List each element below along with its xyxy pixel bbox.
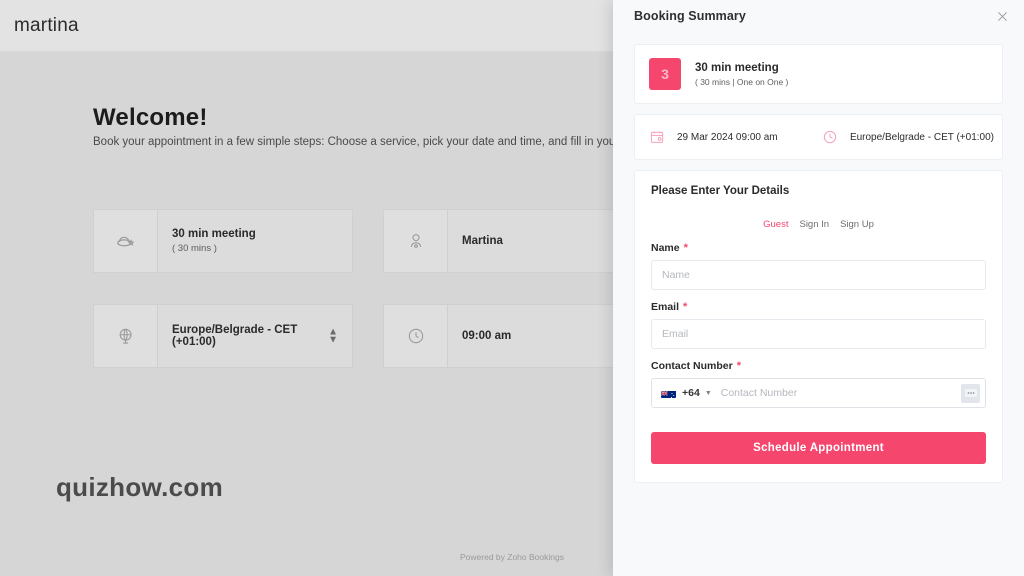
- page-title: Welcome!: [93, 104, 208, 131]
- service-info: 30 min meeting ( 30 mins | One on One ): [695, 62, 788, 87]
- required-marker: *: [683, 241, 688, 254]
- tab-sign-up[interactable]: Sign Up: [840, 219, 874, 230]
- summary-card-service[interactable]: 30 min meeting ( 30 mins ): [93, 209, 353, 273]
- chevron-down-icon[interactable]: ▼: [705, 390, 712, 397]
- summary-timezone: Europe/Belgrade - CET (+01:00): [822, 129, 994, 145]
- phone-input[interactable]: [720, 387, 961, 399]
- email-label: Email *: [651, 301, 986, 313]
- summary-card-body: Europe/Belgrade - CET (+01:00) ▲ ▼: [158, 305, 352, 367]
- name-field-group: Name *: [651, 242, 986, 290]
- name-input[interactable]: [651, 260, 986, 290]
- watermark: quizhow.com: [56, 472, 223, 502]
- summary-card-body: 30 min meeting ( 30 mins ): [158, 210, 352, 272]
- summary-date: 29 Mar 2024 09:00 am: [649, 129, 822, 145]
- phone-label: Contact Number *: [651, 360, 986, 372]
- keypad-icon[interactable]: [961, 383, 980, 403]
- card-title: Martina: [462, 235, 503, 247]
- card-title: 09:00 am: [462, 330, 512, 342]
- email-input[interactable]: [651, 319, 986, 349]
- tab-sign-in[interactable]: Sign In: [799, 219, 829, 230]
- required-marker: *: [683, 300, 688, 313]
- name-label: Name *: [651, 242, 986, 254]
- summary-header: Booking Summary: [613, 0, 1024, 32]
- card-title: 30 min meeting: [172, 228, 256, 240]
- phone-field-group: Contact Number * +64 ▼ Contact Number: [651, 360, 986, 408]
- name-label-text: Name: [651, 242, 680, 254]
- email-label-text: Email: [651, 301, 680, 313]
- details-form-card: Please Enter Your Details Guest Sign In …: [634, 170, 1003, 483]
- tab-guest[interactable]: Guest: [763, 219, 788, 230]
- required-marker: *: [736, 359, 741, 372]
- card-title: Europe/Belgrade - CET (+01:00): [172, 324, 298, 348]
- booking-summary-panel: Booking Summary 3 30 min meeting ( 30 mi…: [613, 0, 1024, 576]
- summary-timezone-text: Europe/Belgrade - CET (+01:00): [849, 131, 994, 143]
- summary-title: Booking Summary: [634, 9, 746, 23]
- nz-flag-icon[interactable]: [661, 388, 676, 398]
- service-count-badge: 3: [649, 58, 681, 90]
- calendar-icon: [649, 129, 667, 145]
- stepper-down-icon[interactable]: ▼: [328, 335, 338, 344]
- details-heading: Please Enter Your Details: [651, 185, 790, 197]
- summary-when-card: 29 Mar 2024 09:00 am Europe/Belgrade - C…: [634, 114, 1003, 160]
- summary-card-timezone[interactable]: Europe/Belgrade - CET (+01:00) ▲ ▼: [93, 304, 353, 368]
- close-icon[interactable]: [989, 3, 1015, 29]
- summary-service-card: 3 30 min meeting ( 30 mins | One on One …: [634, 44, 1003, 104]
- brand-name: martina: [14, 14, 79, 36]
- auth-tabs: Guest Sign In Sign Up: [651, 219, 986, 230]
- phone-label-text: Contact Number: [651, 360, 733, 372]
- stepper-arrows-icon[interactable]: ▲ ▼: [328, 327, 338, 344]
- staff-icon: [384, 210, 448, 272]
- globe-icon: [94, 305, 158, 367]
- clock-icon: [822, 129, 840, 145]
- service-meta: ( 30 mins | One on One ): [695, 76, 789, 87]
- service-icon: [94, 210, 158, 272]
- phone-input-wrapper: +64 ▼: [651, 378, 986, 408]
- service-name: 30 min meeting: [695, 61, 779, 74]
- summary-date-text: 29 Mar 2024 09:00 am: [677, 131, 778, 143]
- email-field-group: Email *: [651, 301, 986, 349]
- summary-card-staff[interactable]: Martina: [383, 209, 643, 273]
- clock-icon: [384, 305, 448, 367]
- summary-card-time[interactable]: 09:00 am: [383, 304, 643, 368]
- dial-code[interactable]: +64: [682, 387, 700, 399]
- card-subtitle: ( 30 mins ): [172, 243, 217, 254]
- schedule-appointment-button[interactable]: Schedule Appointment: [651, 432, 986, 464]
